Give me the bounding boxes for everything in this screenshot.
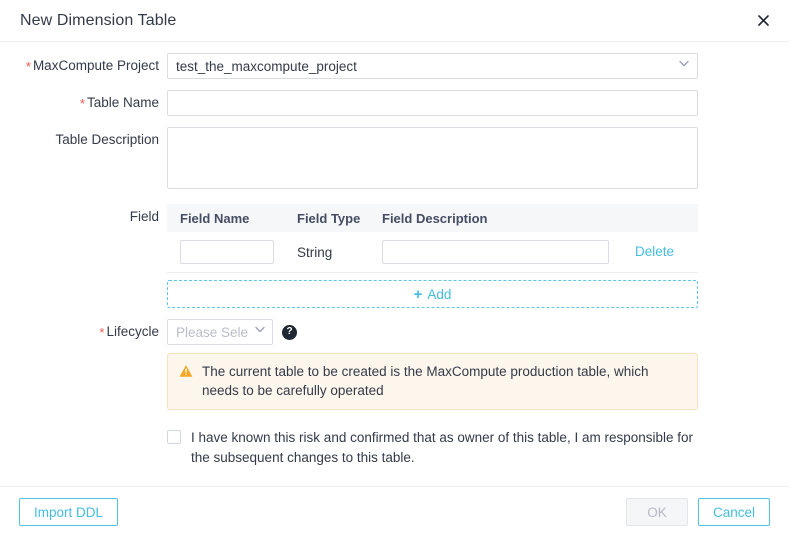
- ok-button[interactable]: OK: [625, 498, 688, 526]
- dialog-header: New Dimension Table: [0, 0, 789, 42]
- import-ddl-button[interactable]: Import DDL: [19, 498, 119, 526]
- form-row-table-name: * Table Name: [0, 90, 789, 117]
- label-maxcompute-project: * MaxCompute Project: [25, 58, 159, 74]
- add-field-button[interactable]: + Add: [167, 280, 698, 308]
- lifecycle-value[interactable]: [167, 319, 273, 345]
- help-question-icon[interactable]: ?: [282, 324, 297, 340]
- field-description-input[interactable]: [382, 240, 609, 264]
- form-row-lifecycle: *Lifecycle ?: [0, 319, 789, 468]
- required-marker: *: [99, 325, 105, 340]
- label-table-description: Table Description: [55, 132, 159, 147]
- risk-acknowledgement-checkbox[interactable]: [167, 430, 181, 444]
- label-lifecycle: * Lifecycle: [99, 324, 159, 340]
- new-dimension-table-dialog: New Dimension Table *MaxCompute Project: [0, 0, 789, 537]
- warning-triangle-icon: [179, 364, 193, 378]
- field-table-header: Field Name Field Type Field Description: [167, 204, 698, 232]
- required-marker: *: [79, 96, 85, 111]
- lifecycle-select[interactable]: [167, 319, 273, 345]
- close-icon[interactable]: [751, 9, 775, 33]
- close-glyph: [757, 15, 769, 26]
- label-field: Field: [129, 209, 159, 224]
- maxcompute-project-value[interactable]: [167, 53, 698, 79]
- maxcompute-project-select[interactable]: [167, 53, 698, 79]
- cancel-button[interactable]: Cancel: [697, 498, 770, 526]
- table-name-input[interactable]: [167, 90, 698, 116]
- table-row: String Delete: [167, 232, 698, 273]
- field-name-input[interactable]: [180, 240, 274, 264]
- warning-banner: The current table to be created is the M…: [167, 353, 698, 410]
- plus-icon: +: [413, 285, 423, 303]
- dialog-footer: Import DDL OK Cancel: [0, 486, 789, 537]
- form-row-field: Field Field Name Field Type Field Descri…: [0, 204, 789, 308]
- form-row-table-description: Table Description: [0, 127, 789, 194]
- column-header-field-type: Field Type: [297, 210, 361, 226]
- field-type-value: String: [297, 244, 333, 260]
- field-table: Field Name Field Type Field Description …: [167, 204, 698, 273]
- risk-acknowledgement-label: I have known this risk and confirmed tha…: [191, 430, 693, 465]
- warning-message: The current table to be created is the M…: [202, 364, 649, 398]
- required-marker: *: [25, 59, 31, 74]
- label-table-name: * Table Name: [79, 95, 159, 111]
- add-field-label: Add: [427, 286, 452, 302]
- risk-acknowledgement-row: I have known this risk and confirmed tha…: [167, 428, 698, 468]
- dialog-body: *MaxCompute Project *Table Name: [0, 42, 789, 486]
- delete-field-link[interactable]: Delete: [635, 244, 674, 259]
- column-header-field-name: Field Name: [180, 210, 250, 226]
- column-header-field-description: Field Description: [382, 210, 488, 226]
- table-description-textarea[interactable]: [167, 127, 698, 189]
- form-row-maxcompute-project: * MaxCompute Project: [0, 53, 789, 80]
- page-title: New Dimension Table: [20, 11, 177, 29]
